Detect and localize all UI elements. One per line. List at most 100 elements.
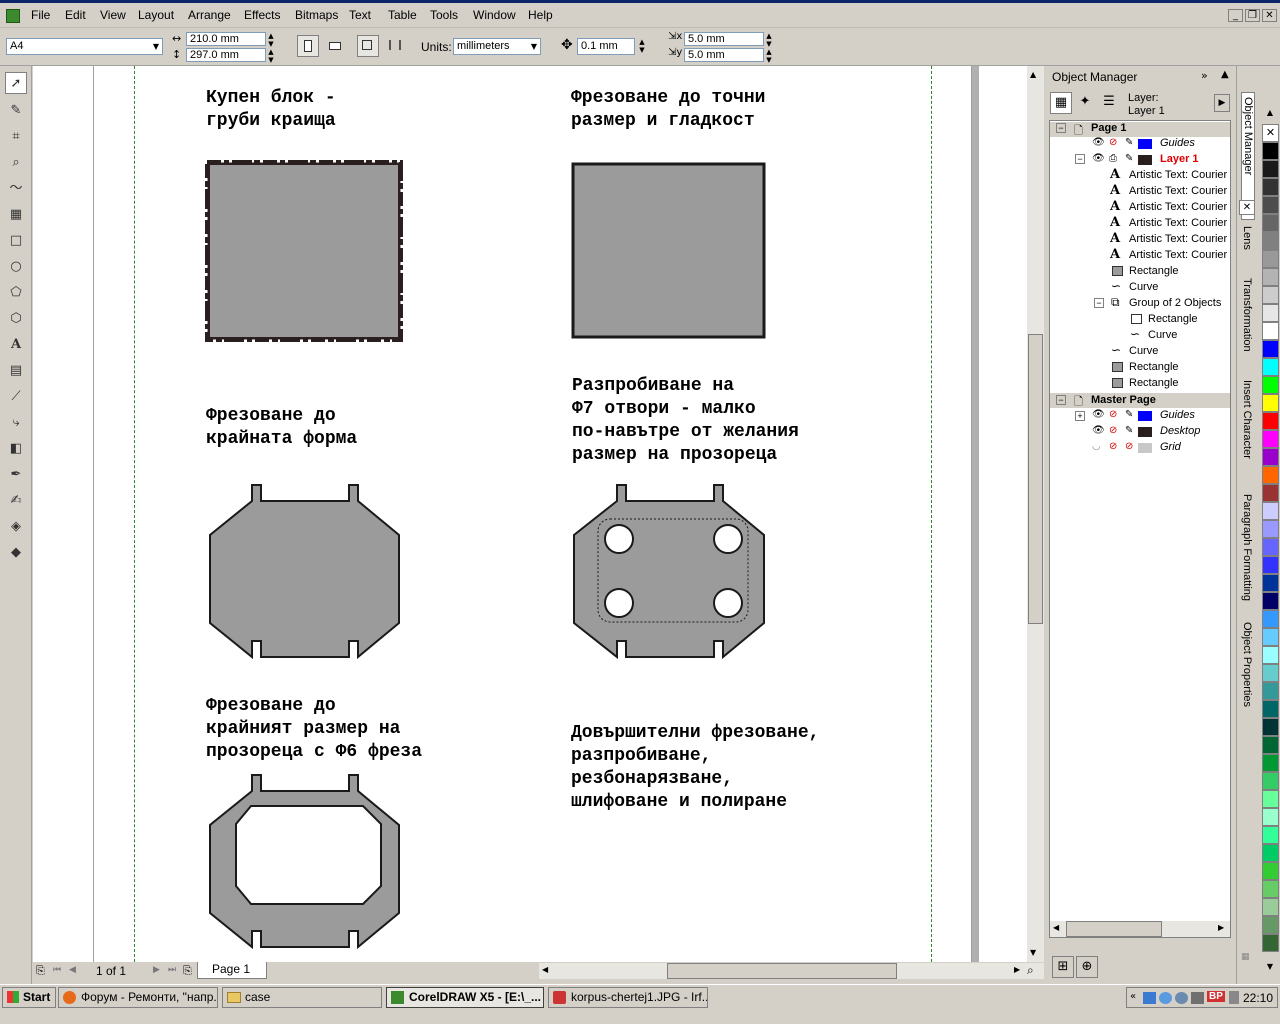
duplicate-x-spinner[interactable]: ▲ ▼ xyxy=(762,32,776,49)
tree-master-desktop[interactable]: Desktop xyxy=(1160,425,1200,437)
color-swatch[interactable] xyxy=(1262,286,1279,304)
first-page-icon[interactable]: ⏮ xyxy=(53,965,61,975)
tree-object[interactable]: Rectangle xyxy=(1129,377,1179,389)
tree-toggle[interactable]: − xyxy=(1094,298,1104,308)
taskbar-folder[interactable]: case xyxy=(222,987,382,1008)
color-swatch[interactable] xyxy=(1262,160,1279,178)
docker-tab-object-properties[interactable]: Object Properties xyxy=(1241,622,1253,728)
close-window-button[interactable]: ✕ xyxy=(1262,9,1277,22)
last-page-icon[interactable]: ⏭ xyxy=(168,965,176,975)
palette-scroll-down-icon[interactable]: ▼ xyxy=(1262,962,1278,976)
current-page-button[interactable] xyxy=(384,35,406,57)
scroll-right-arrow-icon[interactable]: ▶ xyxy=(1218,923,1224,932)
color-swatch[interactable] xyxy=(1262,412,1279,430)
edit-disabled-icon[interactable]: ⊘ xyxy=(1125,441,1133,452)
crop-tool-icon[interactable]: ⌗ xyxy=(5,126,27,148)
color-swatch[interactable] xyxy=(1262,268,1279,286)
tree-object[interactable]: Rectangle xyxy=(1129,361,1179,373)
color-swatch[interactable] xyxy=(1262,214,1279,232)
docker-tab-insert-character[interactable]: Insert Character xyxy=(1241,380,1253,492)
ellipse-tool-icon[interactable]: ○ xyxy=(5,256,27,278)
menu-help[interactable]: Help xyxy=(528,8,553,22)
docker-tab-lens[interactable]: Lens xyxy=(1241,226,1253,272)
new-layer-icon[interactable]: ⊞ xyxy=(1052,956,1074,978)
tray-app-icon[interactable] xyxy=(1159,992,1172,1004)
edit-across-layers-icon[interactable]: ✦ xyxy=(1074,92,1096,114)
menu-view[interactable]: View xyxy=(100,8,126,22)
color-swatch[interactable] xyxy=(1262,466,1279,484)
zoom-tool-icon[interactable]: ⌕ xyxy=(5,152,27,174)
color-swatch[interactable] xyxy=(1262,538,1279,556)
color-swatch[interactable] xyxy=(1262,394,1279,412)
color-swatch[interactable] xyxy=(1262,826,1279,844)
tree-object[interactable]: Artistic Text: Courier xyxy=(1129,185,1227,197)
blend-tool-icon[interactable]: ◧ xyxy=(5,438,27,460)
freehand-tool-icon[interactable]: 〜 xyxy=(5,178,27,200)
polygon-tool-icon[interactable]: ⬠ xyxy=(5,282,27,304)
layer-color-swatch[interactable] xyxy=(1138,427,1152,437)
new-master-layer-icon[interactable]: ⊕ xyxy=(1076,956,1098,978)
color-swatch[interactable] xyxy=(1262,790,1279,808)
printer-icon[interactable]: ⎙ xyxy=(1109,153,1117,164)
tray-app-icon[interactable] xyxy=(1191,992,1204,1004)
page-height-field[interactable]: 297.0 mm xyxy=(186,48,266,62)
color-swatch[interactable] xyxy=(1262,934,1279,952)
vertical-scrollbar[interactable]: ▲ ▼ xyxy=(1027,66,1044,962)
color-swatch[interactable] xyxy=(1262,736,1279,754)
color-swatch[interactable] xyxy=(1262,340,1279,358)
scroll-down-arrow-icon[interactable]: ▼ xyxy=(1030,948,1036,957)
tree-object[interactable]: Artistic Text: Courier xyxy=(1129,201,1227,213)
print-disabled-icon[interactable]: ⊘ xyxy=(1109,409,1117,420)
color-swatch[interactable] xyxy=(1262,808,1279,826)
print-disabled-icon[interactable]: ⊘ xyxy=(1109,137,1117,148)
palette-scroll-up-icon[interactable]: ▲ xyxy=(1262,108,1278,122)
color-swatch[interactable] xyxy=(1262,322,1279,340)
horizontal-scrollbar[interactable]: ◀ ▶ xyxy=(539,963,1044,979)
page-height-spinner[interactable]: ▲ ▼ xyxy=(264,48,278,65)
pencil-icon[interactable]: ✎ xyxy=(1125,409,1133,420)
color-swatch[interactable] xyxy=(1262,628,1279,646)
color-swatch[interactable] xyxy=(1262,610,1279,628)
menu-file[interactable]: File xyxy=(31,8,50,22)
duplicate-x-field[interactable]: 5.0 mm xyxy=(684,32,764,46)
color-swatch[interactable] xyxy=(1262,502,1279,520)
tree-object[interactable]: Curve xyxy=(1129,281,1158,293)
pencil-icon[interactable]: ✎ xyxy=(1125,137,1133,148)
menu-table[interactable]: Table xyxy=(388,8,417,22)
horizontal-scroll-thumb[interactable] xyxy=(667,963,897,979)
connector-tool-icon[interactable]: ⤷ xyxy=(5,412,27,434)
color-swatch[interactable] xyxy=(1262,178,1279,196)
basic-shapes-tool-icon[interactable]: ⬡ xyxy=(5,308,27,330)
color-swatch[interactable] xyxy=(1262,250,1279,268)
color-swatch[interactable] xyxy=(1262,448,1279,466)
print-disabled-icon[interactable]: ⊘ xyxy=(1109,425,1117,436)
layer-color-swatch[interactable] xyxy=(1138,155,1152,165)
tree-toggle[interactable]: + xyxy=(1075,411,1085,421)
tray-app-icon[interactable] xyxy=(1175,992,1188,1004)
coreldraw-app-icon[interactable] xyxy=(6,9,20,23)
zoom-navigator-icon[interactable]: ⌕ xyxy=(1027,963,1034,978)
tree-scroll-thumb[interactable] xyxy=(1066,921,1162,937)
color-swatch[interactable] xyxy=(1262,592,1279,610)
portrait-button[interactable] xyxy=(297,35,319,57)
tray-app-icon[interactable] xyxy=(1229,991,1239,1004)
all-pages-button[interactable] xyxy=(357,35,379,57)
color-swatch[interactable] xyxy=(1262,430,1279,448)
page-tab[interactable]: Page 1 xyxy=(197,962,267,979)
layer-color-swatch[interactable] xyxy=(1138,411,1152,421)
color-swatch[interactable] xyxy=(1262,376,1279,394)
prev-page-icon[interactable]: ◀ xyxy=(69,965,76,975)
restore-button[interactable]: ❐ xyxy=(1245,9,1260,22)
menu-text[interactable]: Text xyxy=(349,8,371,22)
network-icon[interactable] xyxy=(1143,992,1156,1004)
menu-effects[interactable]: Effects xyxy=(244,8,280,22)
menu-window[interactable]: Window xyxy=(473,8,516,22)
tray-expand-icon[interactable]: « xyxy=(1130,991,1136,1002)
menu-bitmaps[interactable]: Bitmaps xyxy=(295,8,338,22)
scroll-right-arrow-icon[interactable]: ▶ xyxy=(1014,965,1020,974)
eye-closed-icon[interactable]: ◡ xyxy=(1092,441,1101,452)
tree-layer-1[interactable]: Layer 1 xyxy=(1160,153,1199,165)
dimension-tool-icon[interactable]: ⟋ xyxy=(5,386,27,408)
shape-tool-icon[interactable]: ✎ xyxy=(5,100,27,122)
color-swatch[interactable] xyxy=(1262,358,1279,376)
